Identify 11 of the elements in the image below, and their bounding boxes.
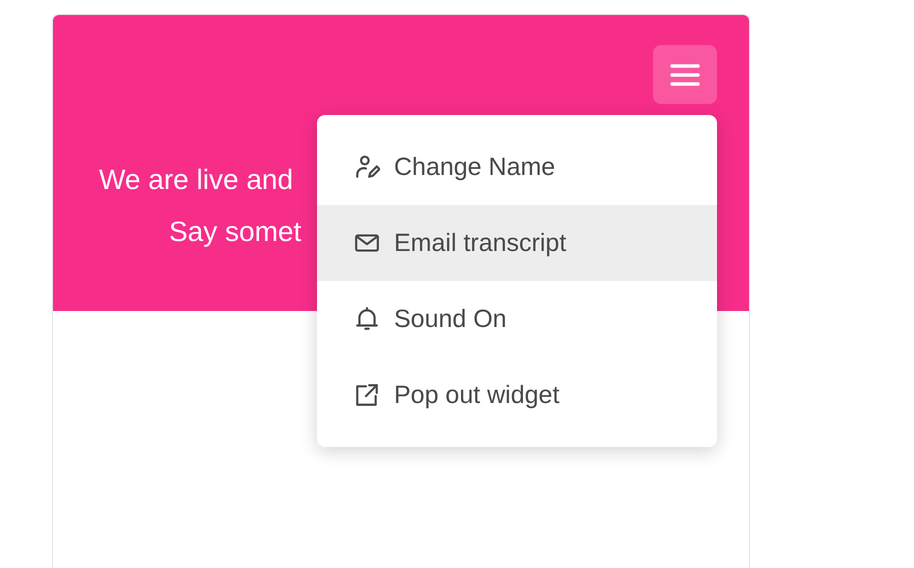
menu-icon bbox=[669, 62, 701, 86]
menu-item[interactable]: Change Name bbox=[317, 129, 717, 205]
menu-item[interactable]: Email transcript bbox=[317, 205, 717, 281]
external-link-icon bbox=[354, 382, 380, 408]
menu-item[interactable]: Sound On bbox=[317, 281, 717, 357]
menu-item[interactable]: Pop out widget bbox=[317, 357, 717, 433]
bell-icon bbox=[354, 306, 380, 332]
welcome-text: We are live and bbox=[99, 163, 294, 197]
user-pencil-icon bbox=[354, 154, 380, 180]
welcome-text: Say somet bbox=[169, 215, 302, 249]
menu-button[interactable] bbox=[653, 45, 717, 104]
